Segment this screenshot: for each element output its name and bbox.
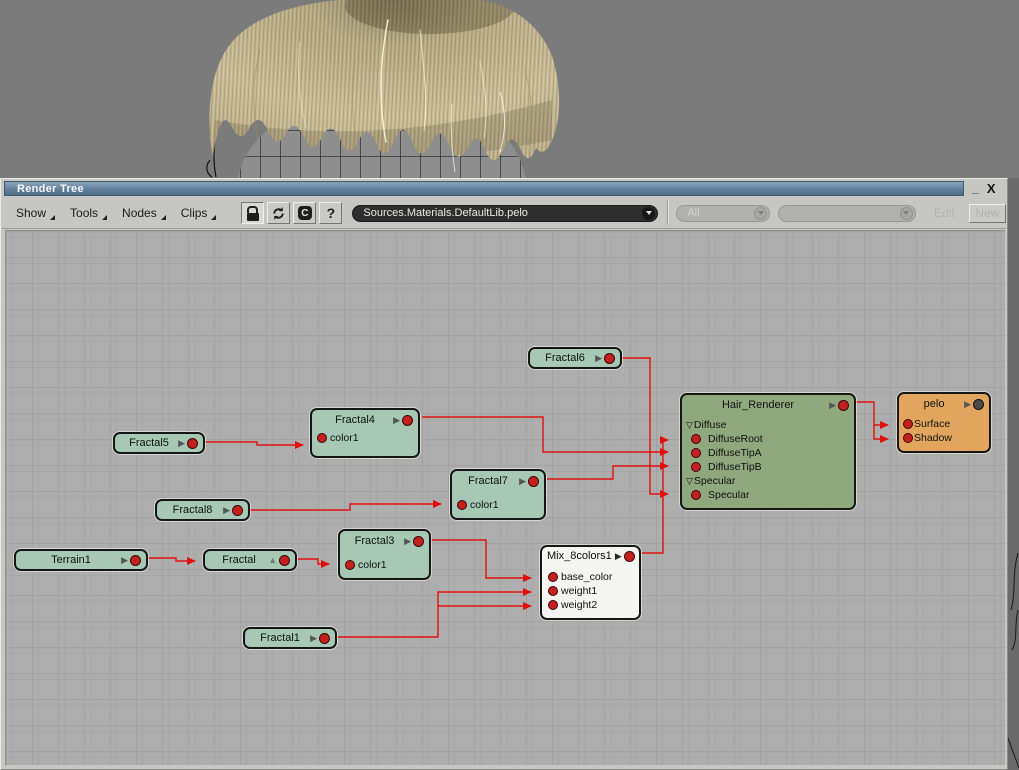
output-port[interactable] bbox=[402, 414, 413, 426]
menu-tools[interactable]: Tools bbox=[70, 206, 108, 220]
node-terrain1[interactable]: Terrain1 ▶ bbox=[14, 549, 148, 571]
menu-show[interactable]: Show bbox=[16, 206, 56, 220]
lock-button[interactable] bbox=[241, 202, 265, 224]
port-dot[interactable] bbox=[903, 419, 913, 429]
input-port-diffusetipa[interactable]: DiffuseTipA bbox=[682, 446, 854, 460]
material-selector[interactable]: Sources.Materials.DefaultLib.pelo bbox=[352, 204, 659, 222]
preview-icon[interactable]: ▶ bbox=[829, 400, 836, 410]
port-dot[interactable] bbox=[345, 560, 355, 570]
warning-icon: ▲ bbox=[268, 554, 277, 565]
input-port-weight2[interactable]: weight2 bbox=[542, 598, 639, 612]
menu-dropdown-icon bbox=[160, 215, 166, 220]
input-port-color1[interactable]: color1 bbox=[452, 497, 544, 513]
screen: Render Tree _ X Show Tools Nodes Clips C… bbox=[0, 0, 1019, 770]
group-collapse-icon[interactable]: ▽ bbox=[686, 420, 693, 430]
group-collapse-icon[interactable]: ▽ bbox=[686, 476, 693, 486]
preview-icon[interactable]: ▶ bbox=[178, 438, 185, 448]
menu-nodes[interactable]: Nodes bbox=[122, 206, 166, 220]
port-dot[interactable] bbox=[691, 462, 701, 472]
input-port-weight1[interactable]: weight1 bbox=[542, 584, 639, 598]
node-fractal7[interactable]: Fractal7 ▶ color1 bbox=[450, 469, 546, 520]
shader-selector[interactable] bbox=[778, 204, 916, 222]
refresh-button[interactable] bbox=[267, 202, 291, 224]
filter-selector[interactable]: All bbox=[676, 204, 771, 222]
menu-dropdown-icon bbox=[50, 215, 56, 220]
preview-icon[interactable]: ▶ bbox=[404, 536, 411, 546]
new-button[interactable]: New bbox=[968, 203, 1006, 223]
node-fractal5[interactable]: Fractal5 ▶ bbox=[113, 432, 205, 454]
port-dot[interactable] bbox=[548, 600, 558, 610]
preview-icon[interactable]: ▶ bbox=[223, 505, 230, 515]
clip-button[interactable]: C bbox=[293, 202, 317, 224]
input-port-color1[interactable]: color1 bbox=[312, 430, 418, 446]
preview-icon[interactable]: ▶ bbox=[121, 555, 128, 565]
output-port[interactable] bbox=[319, 632, 330, 644]
help-button[interactable]: ? bbox=[319, 202, 343, 224]
output-port[interactable] bbox=[604, 352, 615, 364]
node-fractal6[interactable]: Fractal6 ▶ bbox=[528, 347, 622, 369]
input-port-diffusetipb[interactable]: DiffuseTipB bbox=[682, 460, 854, 474]
port-dot[interactable] bbox=[457, 500, 467, 510]
menu-clips[interactable]: Clips bbox=[181, 206, 217, 220]
input-port-surface[interactable]: Surface bbox=[899, 417, 989, 431]
close-button[interactable]: X bbox=[987, 181, 996, 196]
input-port-base-color[interactable]: base_color bbox=[542, 570, 639, 584]
preview-icon[interactable]: ▶ bbox=[519, 476, 526, 486]
output-port[interactable] bbox=[623, 550, 635, 562]
chevron-down-icon[interactable] bbox=[642, 206, 656, 220]
background-viewport-strip bbox=[1007, 178, 1019, 770]
preview-icon[interactable]: ▶ bbox=[964, 399, 971, 409]
preview-icon[interactable]: ▶ bbox=[310, 633, 317, 643]
node-pelo[interactable]: pelo ▶ Surface Shadow bbox=[897, 392, 991, 453]
material-selector-value: Sources.Materials.DefaultLib.pelo bbox=[363, 207, 528, 219]
port-group-diffuse[interactable]: ▽ Diffuse bbox=[682, 418, 854, 432]
input-port-shadow[interactable]: Shadow bbox=[899, 431, 989, 445]
preview-icon[interactable]: ▶ bbox=[393, 415, 400, 425]
input-port-diffuseroot[interactable]: DiffuseRoot bbox=[682, 432, 854, 446]
output-port[interactable] bbox=[130, 554, 141, 566]
clip-icon: C bbox=[297, 206, 312, 220]
node-fractal[interactable]: Fractal ▲ bbox=[203, 549, 297, 571]
port-dot[interactable] bbox=[317, 433, 327, 443]
edit-button[interactable]: Edit bbox=[934, 206, 955, 220]
menu-dropdown-icon bbox=[211, 215, 217, 220]
port-dot[interactable] bbox=[903, 433, 913, 443]
port-group-specular[interactable]: ▽ Specular bbox=[682, 474, 854, 488]
menubar: Show Tools Nodes Clips C ? Sources.Mater… bbox=[2, 198, 1006, 229]
toolbar-divider bbox=[667, 201, 669, 225]
menu-dropdown-icon bbox=[102, 215, 108, 220]
refresh-icon bbox=[273, 206, 285, 220]
output-port[interactable] bbox=[413, 535, 424, 547]
output-port[interactable] bbox=[973, 398, 984, 410]
preview-icon[interactable]: ▶ bbox=[595, 353, 602, 363]
3d-viewport-hair-preview bbox=[0, 0, 1019, 178]
filter-selector-value: All bbox=[687, 207, 700, 219]
node-hair-renderer[interactable]: Hair_Renderer ▶ ▽ Diffuse DiffuseRoot Dif… bbox=[680, 393, 856, 510]
window-titlebar[interactable]: Render Tree _ X bbox=[4, 181, 1004, 196]
port-dot[interactable] bbox=[691, 490, 701, 500]
node-fractal8[interactable]: Fractal8 ▶ bbox=[155, 499, 250, 521]
node-fractal3[interactable]: Fractal3 ▶ color1 bbox=[338, 529, 431, 580]
node-fractal4[interactable]: Fractal4 ▶ color1 bbox=[310, 408, 420, 458]
input-port-color1[interactable]: color1 bbox=[340, 557, 429, 573]
port-dot[interactable] bbox=[548, 586, 558, 596]
port-dot[interactable] bbox=[691, 448, 701, 458]
minimize-button[interactable]: _ bbox=[972, 183, 978, 194]
input-port-specular[interactable]: Specular bbox=[682, 488, 854, 502]
node-fractal1[interactable]: Fractal1 ▶ bbox=[243, 627, 337, 649]
output-port[interactable] bbox=[187, 437, 198, 449]
output-port[interactable] bbox=[279, 554, 290, 566]
preview-icon[interactable]: ▶ bbox=[615, 551, 622, 561]
output-port[interactable] bbox=[528, 475, 539, 487]
help-icon: ? bbox=[326, 205, 336, 221]
output-port[interactable] bbox=[838, 399, 849, 411]
output-port[interactable] bbox=[232, 504, 243, 516]
window-title: Render Tree bbox=[17, 182, 84, 195]
node-mix-8colors1[interactable]: Mix_8colors1 ▶ base_color weight1 weight… bbox=[540, 545, 641, 620]
port-dot[interactable] bbox=[548, 572, 558, 582]
port-dot[interactable] bbox=[691, 434, 701, 444]
chevron-down-icon bbox=[899, 206, 913, 220]
lock-icon bbox=[246, 205, 259, 221]
chevron-down-icon bbox=[754, 206, 768, 220]
